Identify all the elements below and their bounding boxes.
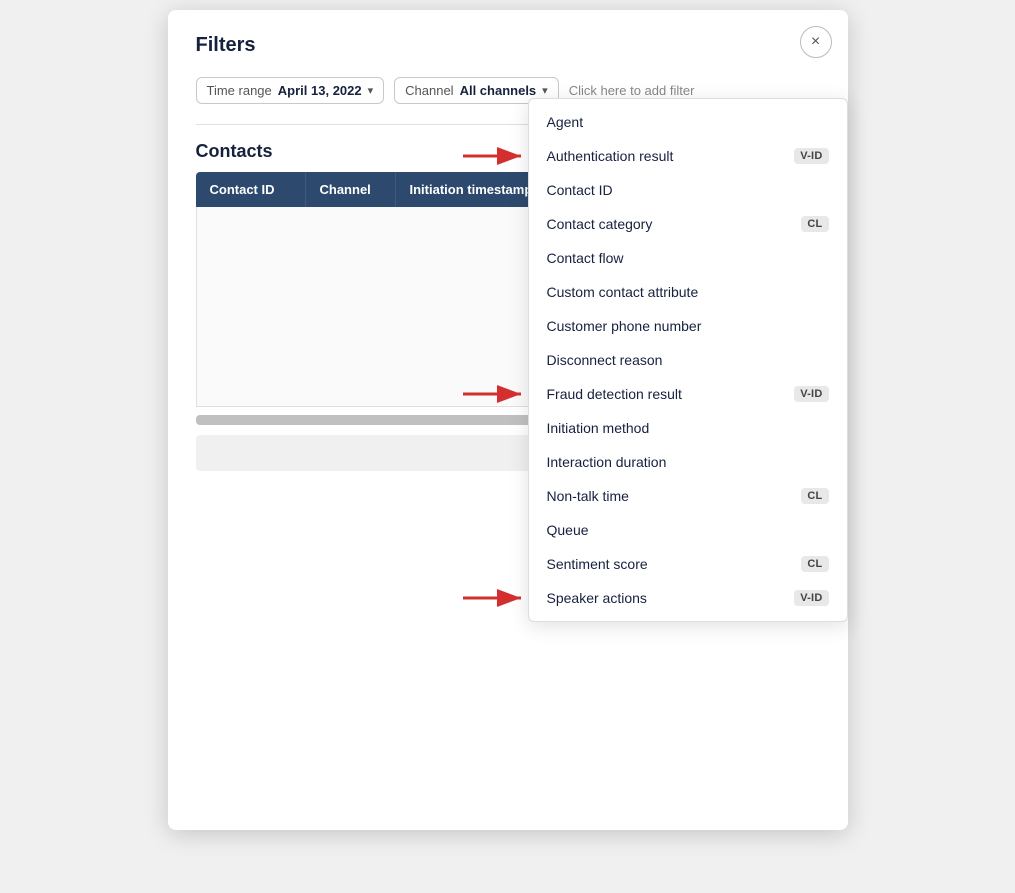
speaker-actions-badge: V-ID (794, 590, 828, 606)
sentiment-score-badge: CL (801, 556, 828, 572)
add-filter-button[interactable]: Click here to add filter (569, 83, 695, 98)
dropdown-item-disconnect-reason[interactable]: Disconnect reason (529, 343, 847, 377)
arrow-fraud-icon (459, 380, 531, 408)
dropdown-item-contact-category-label: Contact category (547, 216, 653, 232)
dropdown-item-customer-phone[interactable]: Customer phone number (529, 309, 847, 343)
dropdown-item-custom-contact-attribute[interactable]: Custom contact attribute (529, 275, 847, 309)
dropdown-item-custom-attr-label: Custom contact attribute (547, 284, 699, 300)
channel-label: Channel (405, 83, 453, 98)
dropdown-item-agent[interactable]: Agent (529, 105, 847, 139)
dropdown-item-agent-label: Agent (547, 114, 584, 130)
dropdown-item-sentiment-label: Sentiment score (547, 556, 648, 572)
arrow-authentication-icon (459, 142, 531, 170)
filters-modal: Filters × Time range April 13, 2022 ▾ Ch… (168, 10, 848, 830)
dropdown-item-customer-phone-label: Customer phone number (547, 318, 702, 334)
filter-dropdown-menu: Agent Authentication result V-ID (528, 98, 848, 622)
dropdown-item-speaker-label: Speaker actions (547, 590, 647, 606)
dropdown-item-queue-label: Queue (547, 522, 589, 538)
close-button[interactable]: × (800, 26, 832, 58)
dropdown-item-contact-id[interactable]: Contact ID (529, 173, 847, 207)
dropdown-item-fraud-label: Fraud detection result (547, 386, 682, 402)
arrow-speaker-icon (459, 584, 531, 612)
backdrop: Filters × Time range April 13, 2022 ▾ Ch… (0, 0, 1015, 893)
contact-category-badge: CL (801, 216, 828, 232)
dropdown-item-contact-id-label: Contact ID (547, 182, 613, 198)
dropdown-item-contact-flow-label: Contact flow (547, 250, 624, 266)
modal-title: Filters (196, 34, 820, 57)
time-range-value: April 13, 2022 (278, 83, 362, 98)
time-range-label: Time range (207, 83, 272, 98)
th-contact-id: Contact ID (196, 172, 306, 207)
dropdown-item-interaction-duration-label: Interaction duration (547, 454, 667, 470)
dropdown-item-auth-result-label: Authentication result (547, 148, 674, 164)
dropdown-item-interaction-duration[interactable]: Interaction duration (529, 445, 847, 479)
dropdown-item-disconnect-reason-label: Disconnect reason (547, 352, 663, 368)
time-range-chevron-icon: ▾ (368, 84, 374, 97)
dropdown-item-queue[interactable]: Queue (529, 513, 847, 547)
dropdown-item-non-talk-time[interactable]: Non-talk time CL (529, 479, 847, 513)
dropdown-item-initiation-method-label: Initiation method (547, 420, 650, 436)
auth-result-badge: V-ID (794, 148, 828, 164)
dropdown-item-initiation-method[interactable]: Initiation method (529, 411, 847, 445)
time-range-filter[interactable]: Time range April 13, 2022 ▾ (196, 77, 385, 104)
dropdown-item-non-talk-label: Non-talk time (547, 488, 629, 504)
th-channel: Channel (306, 172, 396, 207)
dropdown-item-speaker-actions[interactable]: Speaker actions V-ID (529, 581, 847, 615)
dropdown-item-sentiment-score[interactable]: Sentiment score CL (529, 547, 847, 581)
dropdown-item-authentication-result[interactable]: Authentication result V-ID (529, 139, 847, 173)
dropdown-item-contact-category[interactable]: Contact category CL (529, 207, 847, 241)
non-talk-time-badge: CL (801, 488, 828, 504)
channel-chevron-icon: ▾ (542, 84, 548, 97)
channel-value: All channels (460, 83, 537, 98)
scrollbar-thumb (196, 415, 570, 425)
dropdown-item-contact-flow[interactable]: Contact flow (529, 241, 847, 275)
fraud-detection-badge: V-ID (794, 386, 828, 402)
dropdown-item-fraud-detection[interactable]: Fraud detection result V-ID (529, 377, 847, 411)
